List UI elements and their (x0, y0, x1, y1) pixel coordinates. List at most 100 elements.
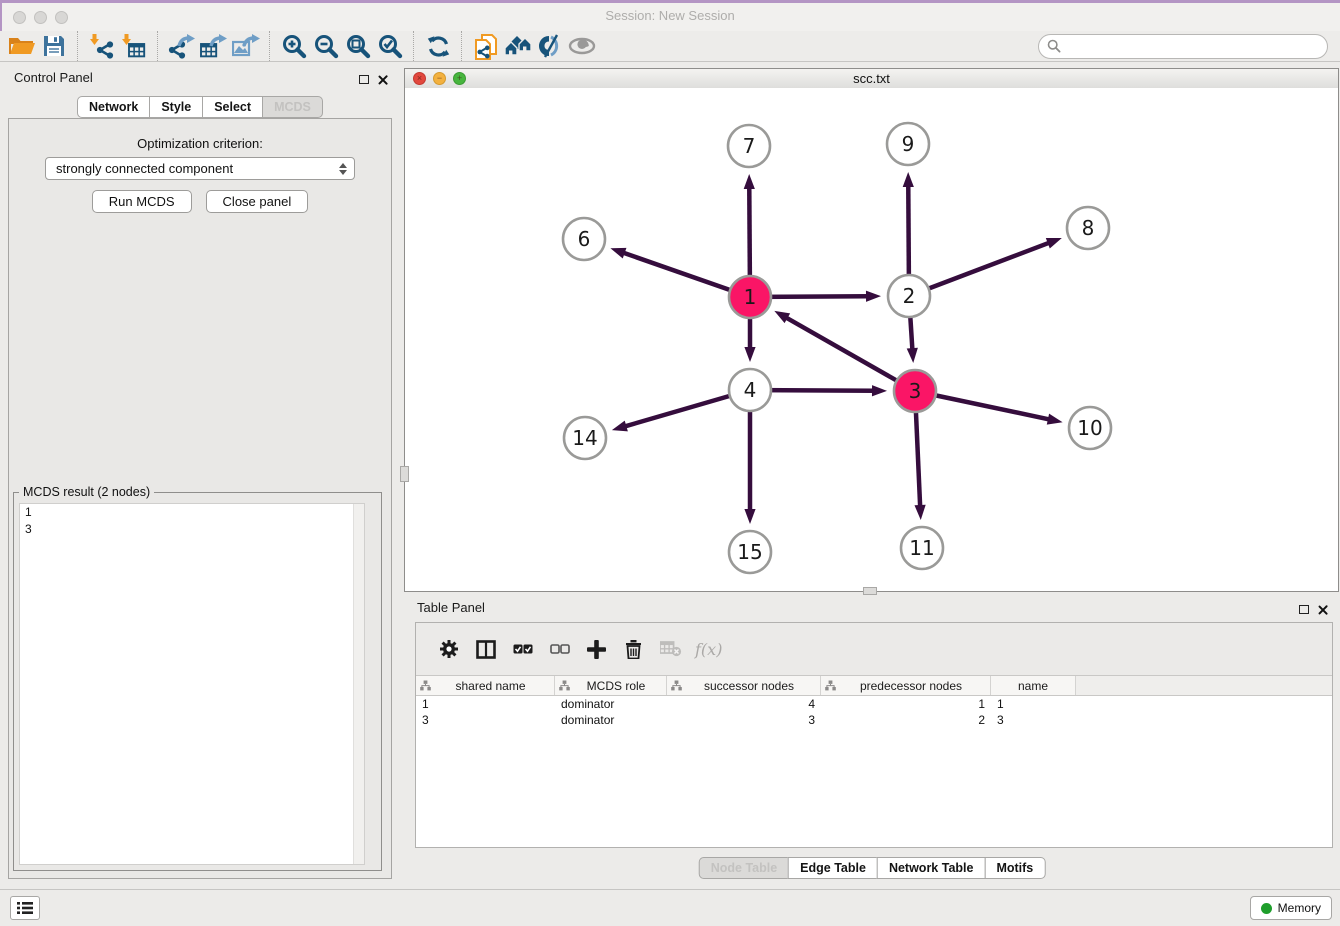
float-panel-icon[interactable] (1299, 605, 1309, 614)
network-frame-titlebar[interactable]: × − + scc.txt (405, 69, 1338, 89)
mcds-result-list[interactable]: 13 (19, 503, 365, 865)
column-type-icon (420, 680, 431, 691)
memory-status-icon (1261, 903, 1272, 914)
network-frame-title: scc.txt (405, 71, 1338, 86)
network-view-frame: × − + scc.txt 1 2 3 4 6 7 8 9 10 11 14 15 (404, 68, 1339, 592)
result-scrollbar[interactable] (353, 504, 364, 864)
network-graph[interactable]: 1 2 3 4 6 7 8 9 10 11 14 15 (405, 88, 1338, 591)
tab-style[interactable]: Style (149, 96, 203, 118)
settings-gear-icon (439, 639, 459, 659)
graph-node-1[interactable]: 1 (729, 276, 771, 318)
run-mcds-button[interactable]: Run MCDS (92, 190, 192, 213)
tab-select[interactable]: Select (202, 96, 263, 118)
graph-node-8[interactable]: 8 (1067, 207, 1109, 249)
delete-row-button[interactable] (615, 634, 652, 664)
save-session-button[interactable] (38, 32, 70, 60)
search-input[interactable] (1066, 38, 1327, 55)
add-row-button[interactable] (578, 634, 615, 664)
graph-node-15[interactable]: 15 (729, 531, 771, 573)
criterion-dropdown[interactable]: strongly connected component (45, 157, 355, 180)
toolbar-separator (269, 31, 271, 61)
graph-node-4[interactable]: 4 (729, 369, 771, 411)
table-row[interactable]: 3dominator323 (416, 712, 1332, 728)
table-cell[interactable]: dominator (555, 697, 667, 711)
tab-node-table[interactable]: Node Table (699, 857, 789, 879)
task-history-button[interactable] (10, 896, 40, 920)
float-panel-icon[interactable] (359, 75, 369, 84)
table-cell[interactable]: 1 (416, 697, 555, 711)
visual-style-button[interactable] (534, 32, 566, 60)
memory-button[interactable]: Memory (1250, 896, 1332, 920)
table-cell[interactable]: 2 (821, 713, 991, 727)
table-cell[interactable]: 3 (416, 713, 555, 727)
network-canvas[interactable]: 1 2 3 4 6 7 8 9 10 11 14 15 (405, 88, 1338, 591)
export-table-button[interactable] (198, 32, 230, 60)
zoom-out-button[interactable] (310, 32, 342, 60)
vertical-splitter-grip[interactable] (400, 466, 409, 482)
svg-text:6: 6 (578, 227, 591, 251)
svg-text:4: 4 (744, 378, 757, 402)
svg-text:1: 1 (744, 285, 757, 309)
columns-button[interactable] (467, 634, 504, 664)
zoom-selected-button[interactable] (374, 32, 406, 60)
graph-node-9[interactable]: 9 (887, 123, 929, 165)
eye-button[interactable] (566, 32, 598, 60)
graph-node-2[interactable]: 2 (888, 275, 930, 317)
close-panel-button[interactable]: Close panel (206, 190, 309, 213)
table-row[interactable]: 1dominator411 (416, 696, 1332, 712)
table-cell[interactable]: 1 (991, 697, 1076, 711)
column-header-predecessor-nodes[interactable]: predecessor nodes (821, 676, 991, 695)
export-network-button[interactable] (166, 32, 198, 60)
table-cell[interactable]: dominator (555, 713, 667, 727)
import-table-button[interactable] (118, 32, 150, 60)
svg-text:10: 10 (1077, 416, 1102, 440)
zoom-fit-button[interactable] (342, 32, 374, 60)
table-cell[interactable]: 4 (667, 697, 821, 711)
search-box[interactable] (1038, 34, 1328, 59)
column-header-shared-name[interactable]: shared name (416, 676, 555, 695)
graph-node-10[interactable]: 10 (1069, 407, 1111, 449)
graph-edge-3-10[interactable] (915, 391, 1063, 425)
graph-node-3[interactable]: 3 (894, 370, 936, 412)
close-panel-icon[interactable] (1317, 604, 1328, 615)
column-header-successor-nodes[interactable]: successor nodes (667, 676, 821, 695)
deselect-all-button[interactable] (541, 634, 578, 664)
graph-node-7[interactable]: 7 (728, 125, 770, 167)
dropdown-stepper-icon (339, 163, 347, 175)
node-table: f(x) shared nameMCDS rolesuccessor nodes… (415, 622, 1333, 848)
table-cell[interactable]: 3 (991, 713, 1076, 727)
column-header-MCDS-role[interactable]: MCDS role (555, 676, 667, 695)
graph-node-6[interactable]: 6 (563, 218, 605, 260)
open-session-button[interactable] (6, 32, 38, 60)
import-network-button[interactable] (86, 32, 118, 60)
export-image-button[interactable] (230, 32, 262, 60)
select-all-button[interactable] (504, 634, 541, 664)
tab-network[interactable]: Network (77, 96, 150, 118)
eye-icon (568, 36, 596, 56)
graph-edge-2-8[interactable] (909, 238, 1062, 296)
graph-node-14[interactable]: 14 (564, 417, 606, 459)
refresh-button[interactable] (422, 32, 454, 60)
tab-motifs[interactable]: Motifs (984, 857, 1045, 879)
horizontal-splitter-grip[interactable] (863, 587, 877, 595)
column-type-icon (671, 680, 682, 691)
close-panel-icon[interactable] (377, 74, 388, 85)
export-network-icon (168, 33, 196, 59)
tab-network-table[interactable]: Network Table (877, 857, 986, 879)
zoom-out-icon (313, 33, 340, 60)
home-button[interactable] (502, 32, 534, 60)
graph-node-11[interactable]: 11 (901, 527, 943, 569)
control-panel-title: Control Panel (14, 70, 93, 85)
control-panel-window-buttons (359, 74, 388, 85)
clone-network-button[interactable] (470, 32, 502, 60)
graph-edge-3-1[interactable] (774, 311, 915, 391)
table-cell[interactable]: 3 (667, 713, 821, 727)
settings-gear-button[interactable] (430, 634, 467, 664)
tab-edge-table[interactable]: Edge Table (788, 857, 878, 879)
tab-mcds[interactable]: MCDS (262, 96, 323, 118)
table-cell[interactable]: 1 (821, 697, 991, 711)
column-header-name[interactable]: name (991, 676, 1076, 695)
home-icon (503, 34, 533, 58)
toolbar-separator (77, 31, 79, 61)
zoom-in-button[interactable] (278, 32, 310, 60)
